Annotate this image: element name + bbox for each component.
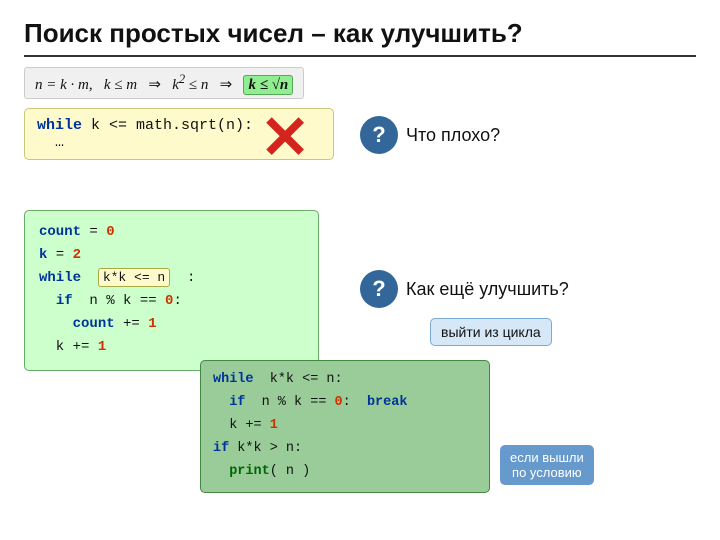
code-bottom-line5: print( n ) bbox=[213, 461, 477, 484]
red-x-icon: ✕ bbox=[260, 108, 310, 168]
question-bubble-bottom: ? Как ещё улучшить? bbox=[360, 270, 569, 308]
code-bottom-line4: if k*k > n: bbox=[213, 438, 477, 461]
question-text-bottom: Как ещё улучшить? bbox=[406, 279, 569, 300]
code-line-if-mod: if n % k == 0: bbox=[39, 290, 304, 313]
code-line-while-main: while k*k <= n : bbox=[39, 267, 304, 290]
code-block-main: count = 0 k = 2 while k*k <= n : if n % … bbox=[24, 210, 319, 371]
code-block-bottom: while k*k <= n: if n % k == 0: break k +… bbox=[200, 360, 490, 493]
question-mark-top: ? bbox=[360, 116, 398, 154]
formula-part1: n = k · m, k ≤ m ⇒ k2 ≤ n ⇒ bbox=[35, 77, 243, 93]
code-bottom-line3: k += 1 bbox=[213, 415, 477, 438]
code-bottom-line2: if n % k == 0: break bbox=[213, 392, 477, 415]
formula-highlight: k ≤ √n bbox=[243, 75, 293, 95]
title-divider bbox=[24, 55, 696, 57]
question-bubble-top: ? Что плохо? bbox=[360, 116, 500, 154]
page: Поиск простых чисел – как улучшить? n = … bbox=[0, 0, 720, 540]
question-text-top: Что плохо? bbox=[406, 125, 500, 146]
condition-note-line1: если вышли bbox=[510, 450, 584, 465]
code-line-count-init: count = 0 bbox=[39, 221, 304, 244]
code-bottom-line1: while k*k <= n: bbox=[213, 369, 477, 392]
while-condition-highlight: k*k <= n bbox=[98, 268, 170, 287]
condition-note: если вышли по условию bbox=[500, 445, 594, 485]
code-line-k-init: k = 2 bbox=[39, 244, 304, 267]
exit-note: выйти из цикла bbox=[430, 318, 552, 346]
code-line-count-inc: count += 1 bbox=[39, 313, 304, 336]
condition-note-line2: по условию bbox=[510, 465, 584, 480]
page-title: Поиск простых чисел – как улучшить? bbox=[24, 18, 696, 49]
code-line-k-inc: k += 1 bbox=[39, 336, 304, 359]
question-mark-bottom: ? bbox=[360, 270, 398, 308]
formula-box: n = k · m, k ≤ m ⇒ k2 ≤ n ⇒ k ≤ √n bbox=[24, 67, 304, 99]
